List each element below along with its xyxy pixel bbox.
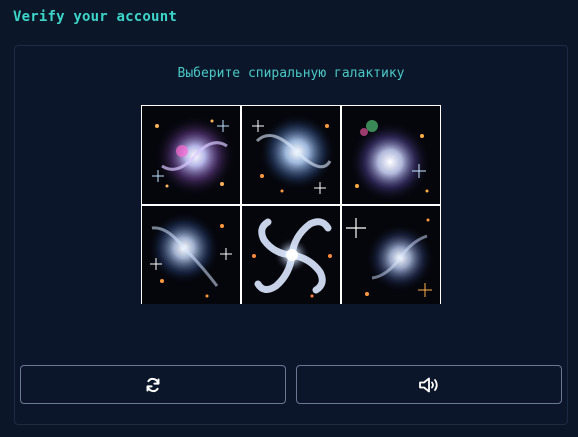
captcha-tile-6[interactable]: [342, 206, 440, 304]
captcha-panel: Выберите спиральную галактику: [14, 45, 568, 425]
galaxy-image-3: [342, 106, 440, 204]
galaxy-image-2: [242, 106, 340, 204]
captcha-tile-3[interactable]: [342, 106, 440, 204]
captcha-tile-1[interactable]: [142, 106, 240, 204]
refresh-icon: [146, 377, 160, 392]
galaxy-image-4: [142, 206, 240, 304]
captcha-prompt: Выберите спиральную галактику: [177, 66, 405, 81]
galaxy-image-6: [342, 206, 440, 304]
captcha-tile-2[interactable]: [242, 106, 340, 204]
captcha-tile-5[interactable]: [242, 206, 340, 304]
captcha-tile-4[interactable]: [142, 206, 240, 304]
audio-button[interactable]: [296, 365, 562, 404]
captcha-image-grid: [141, 105, 441, 304]
speaker-icon: [419, 377, 438, 392]
page-title: Verify your account: [13, 9, 177, 25]
refresh-button[interactable]: [20, 365, 286, 404]
galaxy-image-1: [142, 106, 240, 204]
spiral-galaxy-image: [242, 206, 340, 304]
